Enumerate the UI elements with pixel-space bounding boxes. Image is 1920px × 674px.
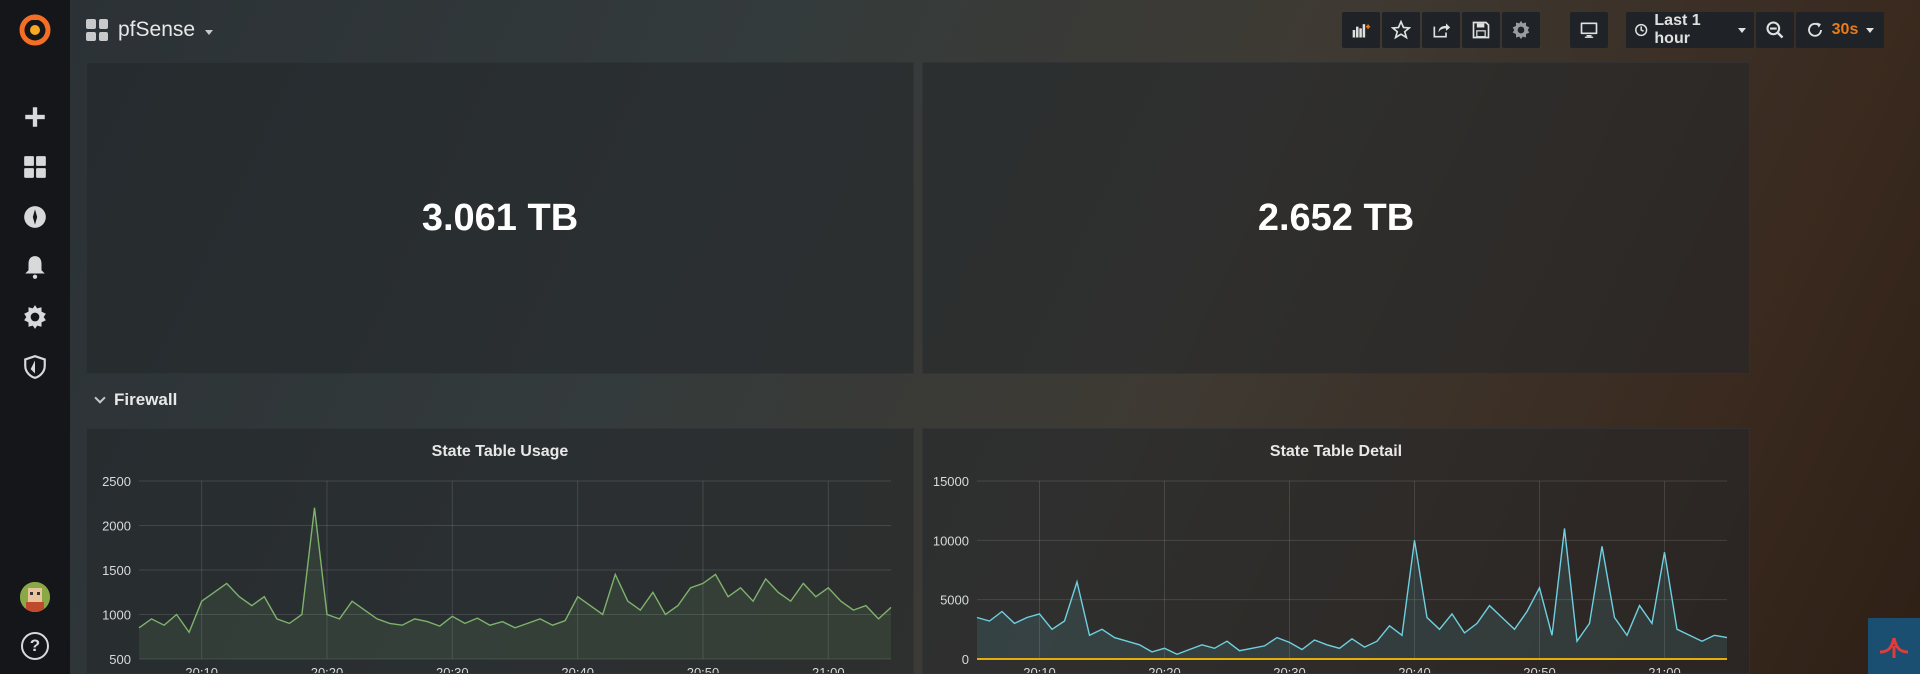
row-title: Firewall (114, 390, 178, 409)
x-tick-label: 20:10 (185, 665, 218, 674)
x-tick-label: 21:00 (812, 665, 845, 674)
time-controls: Last 1 hour 30s (1626, 12, 1884, 48)
singlestat-panel-1[interactable]: 3.061 TB (86, 62, 914, 374)
top-navbar: pfSense Last 1 hour 30s (70, 0, 1920, 62)
caret-down-icon (1738, 27, 1746, 33)
dashboard-picker[interactable]: pfSense (86, 18, 214, 42)
server-admin-shield-icon[interactable] (0, 342, 70, 392)
configuration-gear-icon[interactable] (0, 292, 70, 342)
y-tick-label: 500 (109, 652, 131, 667)
graph-panel-state-table-usage[interactable]: State Table Usage 2500 2000 1500 1000 500 20:… (86, 428, 914, 674)
caret-down-icon (1866, 27, 1875, 33)
time-range-picker[interactable]: Last 1 hour (1626, 12, 1754, 48)
star-icon (1391, 20, 1411, 40)
alerting-bell-icon[interactable] (0, 242, 70, 292)
y-tick-label: 15000 (933, 474, 969, 489)
share-icon (1433, 23, 1451, 38)
x-tick-label: 20:30 (436, 665, 469, 674)
singlestat-value: 2.652 TB (1257, 196, 1415, 239)
y-tick-label: 2000 (102, 519, 131, 534)
y-tick-label: 5000 (940, 593, 969, 608)
refresh-icon (1807, 22, 1822, 37)
y-tick-label: 2500 (102, 474, 131, 489)
y-tick-label: 1000 (102, 608, 131, 623)
series-area (139, 507, 891, 659)
graph-panel-state-table-detail[interactable]: State Table Detail 15000 10000 5000 0 20:10 2… (922, 428, 1750, 674)
create-plus-icon[interactable] (0, 92, 70, 142)
star-button[interactable] (1382, 12, 1420, 48)
add-panel-icon (1352, 24, 1371, 38)
sidebar: ? (0, 0, 70, 674)
refresh-interval-label: 30s (1831, 21, 1859, 38)
time-range-label: Last 1 hour (1654, 12, 1701, 47)
dashboard-grid-icon (86, 19, 108, 41)
x-tick-label: 20:10 (1023, 665, 1056, 674)
row-header-firewall[interactable]: Firewall (94, 390, 178, 410)
view-mode-group (1570, 12, 1608, 48)
x-tick-label: 21:00 (1648, 665, 1681, 674)
x-tick-label: 20:20 (311, 665, 344, 674)
caret-down-icon (205, 30, 214, 35)
tv-mode-button[interactable] (1570, 12, 1608, 48)
help-icon[interactable]: ? (21, 632, 49, 660)
clock-icon (1635, 23, 1648, 37)
grafana-logo-icon[interactable] (17, 12, 53, 48)
x-tick-label: 20:50 (687, 665, 720, 674)
explore-compass-icon[interactable] (0, 192, 70, 242)
state-table-usage-chart: 2500 2000 1500 1000 500 20:10 20:20 20:30 20:40 2… (102, 474, 892, 674)
x-tick-label: 20:40 (561, 665, 594, 674)
save-icon (1472, 21, 1490, 39)
corner-brand-logo (1868, 618, 1920, 674)
y-tick-label: 10000 (933, 533, 969, 548)
share-button[interactable] (1422, 12, 1460, 48)
singlestat-panel-2[interactable]: 2.652 TB (922, 62, 1750, 374)
singlestat-value: 3.061 TB (421, 196, 579, 239)
x-tick-label: 20:30 (1273, 665, 1306, 674)
save-button[interactable] (1462, 12, 1500, 48)
x-tick-label: 20:50 (1523, 665, 1556, 674)
chevron-down-icon (94, 392, 106, 404)
dashboard-actions (1342, 12, 1540, 48)
monitor-icon (1580, 22, 1598, 38)
dashboards-icon[interactable] (0, 142, 70, 192)
y-tick-label: 1500 (102, 563, 131, 578)
dashboard-title: pfSense (118, 18, 196, 41)
user-avatar[interactable] (20, 582, 50, 612)
x-tick-label: 20:40 (1398, 665, 1431, 674)
settings-gear-icon (1512, 20, 1530, 40)
refresh-picker[interactable]: 30s (1796, 12, 1884, 48)
state-table-detail-chart: 15000 10000 5000 0 20:10 20:20 20:30 20:40 20:50… (933, 474, 1728, 674)
zoom-out-icon (1766, 21, 1784, 39)
zoom-out-button[interactable] (1756, 12, 1794, 48)
y-tick-label: 0 (962, 652, 969, 667)
x-tick-label: 20:20 (1148, 665, 1181, 674)
settings-button[interactable] (1502, 12, 1540, 48)
add-panel-button[interactable] (1342, 12, 1380, 48)
